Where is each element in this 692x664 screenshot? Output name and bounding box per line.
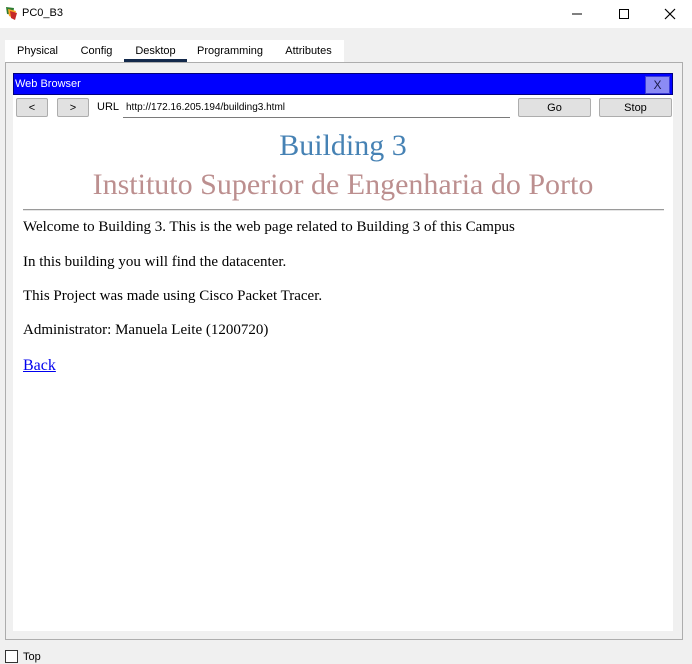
- minimize-button[interactable]: [554, 0, 600, 28]
- forward-button[interactable]: >: [57, 98, 89, 117]
- back-button[interactable]: <: [16, 98, 48, 117]
- minimize-icon: [572, 13, 582, 15]
- tab-physical[interactable]: Physical: [5, 40, 70, 62]
- window-titlebar: PC0_B3: [0, 0, 692, 28]
- tab-programming[interactable]: Programming: [189, 40, 271, 62]
- url-label: URL: [97, 101, 120, 113]
- back-link[interactable]: Back: [23, 357, 56, 375]
- web-browser-window: Web Browser X < > URL Go Stop Building 3…: [13, 73, 673, 631]
- top-checkbox-label: Top: [23, 651, 41, 663]
- web-browser-header: Web Browser X: [13, 73, 673, 95]
- page-subheading: Instituto Superior de Engenharia do Port…: [92, 168, 594, 201]
- tab-config[interactable]: Config: [72, 40, 121, 62]
- packet-tracer-pc-icon: [4, 5, 20, 21]
- top-checkbox[interactable]: [5, 650, 18, 663]
- paragraph-welcome: Welcome to Building 3. This is the web p…: [23, 219, 515, 235]
- device-tabs: Physical Config Desktop Programming Attr…: [5, 40, 344, 62]
- close-icon: [664, 8, 676, 20]
- maximize-icon: [619, 9, 629, 19]
- tab-attributes[interactable]: Attributes: [275, 40, 342, 62]
- horizontal-rule: [23, 209, 664, 211]
- page-heading: Building 3: [279, 129, 407, 162]
- close-browser-button[interactable]: X: [645, 76, 670, 94]
- paragraph-administrator: Administrator: Manuela Leite (1200720): [23, 322, 269, 338]
- close-window-button[interactable]: [647, 0, 692, 28]
- stop-button[interactable]: Stop: [599, 98, 672, 117]
- web-browser-title: Web Browser: [15, 78, 81, 90]
- paragraph-datacenter: In this building you will find the datac…: [23, 254, 287, 270]
- tab-desktop[interactable]: Desktop: [124, 40, 187, 62]
- maximize-button[interactable]: [601, 0, 647, 28]
- window-title: PC0_B3: [22, 7, 63, 19]
- url-input[interactable]: [123, 97, 510, 118]
- paragraph-project: This Project was made using Cisco Packet…: [23, 288, 323, 304]
- go-button[interactable]: Go: [518, 98, 591, 117]
